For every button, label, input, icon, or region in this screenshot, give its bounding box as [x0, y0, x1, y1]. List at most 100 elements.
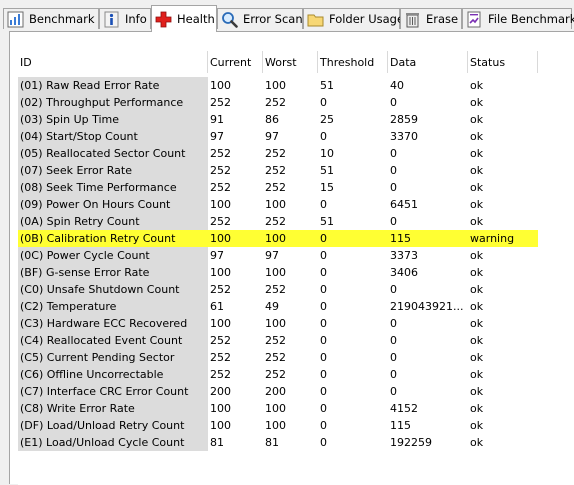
status-cell: ok: [470, 249, 484, 262]
tab-folder-usage[interactable]: Folder Usage: [303, 8, 404, 29]
status-cell: ok: [470, 96, 484, 109]
id-cell: (C7) Interface CRC Error Count: [18, 383, 208, 400]
id-cell: (02) Throughput Performance: [18, 94, 208, 111]
current-cell: 100: [210, 266, 231, 279]
threshold-cell: 0: [320, 351, 327, 364]
table-row[interactable]: (02) Throughput Performance 252 252 0 0 ok: [18, 94, 574, 111]
tab-health[interactable]: Health: [151, 5, 217, 32]
table-row[interactable]: (03) Spin Up Time 91 86 25 2859 ok: [18, 111, 574, 128]
threshold-cell: 0: [318, 230, 388, 247]
table-row[interactable]: (0C) Power Cycle Count 97 97 0 3373 ok: [18, 247, 574, 264]
threshold-cell: 0: [320, 385, 327, 398]
worst-cell: 100: [265, 79, 286, 92]
data-cell: 115: [390, 419, 411, 432]
column-header-worst[interactable]: Worst: [263, 51, 318, 73]
worst-cell: 252: [265, 147, 286, 160]
info-icon: [103, 11, 120, 28]
table-row[interactable]: (C2) Temperature 61 49 0 219043921... ok: [18, 298, 574, 315]
benchmark-icon: [7, 11, 24, 28]
tab-erase-label: Erase: [426, 12, 459, 26]
table-row[interactable]: (0A) Spin Retry Count 252 252 51 0 ok: [18, 213, 574, 230]
tab-error-scan[interactable]: Error Scan: [217, 8, 303, 29]
table-row[interactable]: (0B) Calibration Retry Count 100 100 0 115 wa…: [18, 230, 574, 247]
table-row[interactable]: (E1) Load/Unload Cycle Count 81 81 0 192259 o…: [18, 434, 574, 451]
id-cell: (BF) G-sense Error Rate: [18, 264, 208, 281]
table-row[interactable]: (C5) Current Pending Sector 252 252 0 0 ok: [18, 349, 574, 366]
smart-attributes-table[interactable]: ID Current Worst Threshold Data Status (…: [18, 51, 574, 485]
column-header-threshold[interactable]: Threshold: [318, 51, 388, 73]
status-cell: ok: [470, 266, 484, 279]
table-row[interactable]: (DF) Load/Unload Retry Count 100 100 0 115 ok: [18, 417, 574, 434]
worst-cell: 252: [265, 334, 286, 347]
current-cell: 200: [210, 385, 231, 398]
table-row[interactable]: (07) Seek Error Rate 252 252 51 0 ok: [18, 162, 574, 179]
current-cell: 252: [210, 368, 231, 381]
magnifier-icon: [221, 11, 238, 28]
threshold-cell: 51: [320, 215, 334, 228]
id-cell: (C6) Offline Uncorrectable: [18, 366, 208, 383]
table-row[interactable]: (04) Start/Stop Count 97 97 0 3370 ok: [18, 128, 574, 145]
data-cell: 0: [390, 283, 397, 296]
table-row[interactable]: (05) Reallocated Sector Count 252 252 10 0 ok: [18, 145, 574, 162]
health-cross-icon: [155, 11, 172, 28]
current-cell: 100: [210, 419, 231, 432]
status-cell: ok: [470, 181, 484, 194]
tab-file-benchmark[interactable]: File Benchmark: [462, 8, 574, 29]
table-row[interactable]: (C4) Reallocated Event Count 252 252 0 0 ok: [18, 332, 574, 349]
current-cell: 100: [208, 230, 263, 247]
table-row[interactable]: (08) Seek Time Performance 252 252 15 0 ok: [18, 179, 574, 196]
id-cell: (C3) Hardware ECC Recovered: [18, 315, 208, 332]
data-cell: 40: [390, 79, 404, 92]
column-header-id[interactable]: ID: [18, 51, 208, 73]
worst-cell: 252: [265, 283, 286, 296]
tab-erase[interactable]: Erase: [400, 8, 462, 29]
data-cell: 3370: [390, 130, 418, 143]
data-cell: 0: [390, 147, 397, 160]
current-cell: 97: [210, 130, 224, 143]
status-cell: warning: [468, 230, 538, 247]
data-cell: 115: [388, 230, 468, 247]
id-cell: (C4) Reallocated Event Count: [18, 332, 208, 349]
status-cell: ok: [470, 402, 484, 415]
column-header-current[interactable]: Current: [208, 51, 263, 73]
threshold-cell: 0: [320, 198, 327, 211]
column-header-status[interactable]: Status: [468, 51, 538, 73]
table-row[interactable]: (C6) Offline Uncorrectable 252 252 0 0 ok: [18, 366, 574, 383]
folder-icon: [307, 11, 324, 28]
table-row[interactable]: (01) Raw Read Error Rate 100 100 51 40 ok: [18, 77, 574, 94]
worst-cell: 100: [265, 402, 286, 415]
current-cell: 252: [210, 283, 231, 296]
data-cell: 0: [390, 164, 397, 177]
table-row[interactable]: (C3) Hardware ECC Recovered 100 100 0 0 ok: [18, 315, 574, 332]
worst-cell: 100: [263, 230, 318, 247]
tab-info-label: Info: [125, 12, 147, 26]
worst-cell: 100: [265, 317, 286, 330]
table-row[interactable]: (C0) Unsafe Shutdown Count 252 252 0 0 ok: [18, 281, 574, 298]
worst-cell: 252: [265, 215, 286, 228]
worst-cell: 97: [265, 249, 279, 262]
worst-cell: 252: [265, 181, 286, 194]
threshold-cell: 0: [320, 419, 327, 432]
table-row[interactable]: (C8) Write Error Rate 100 100 0 4152 ok: [18, 400, 574, 417]
data-cell: 6451: [390, 198, 418, 211]
tab-bar: Benchmark Info Health Error Scan Folder …: [0, 0, 574, 32]
table-row[interactable]: (BF) G-sense Error Rate 100 100 0 3406 ok: [18, 264, 574, 281]
current-cell: 91: [210, 113, 224, 126]
threshold-cell: 0: [320, 130, 327, 143]
table-row[interactable]: (C7) Interface CRC Error Count 200 200 0 0 ok: [18, 383, 574, 400]
status-cell: ok: [470, 215, 484, 228]
id-cell: (C5) Current Pending Sector: [18, 349, 208, 366]
id-cell: (C2) Temperature: [18, 298, 208, 315]
table-row[interactable]: (09) Power On Hours Count 100 100 0 6451 ok: [18, 196, 574, 213]
threshold-cell: 10: [320, 147, 334, 160]
id-cell: (03) Spin Up Time: [18, 111, 208, 128]
column-header-data[interactable]: Data: [388, 51, 468, 73]
tab-benchmark[interactable]: Benchmark: [3, 8, 99, 29]
current-cell: 100: [210, 317, 231, 330]
status-cell: ok: [470, 113, 484, 126]
data-cell: 192259: [390, 436, 432, 449]
tab-info[interactable]: Info: [99, 8, 151, 29]
current-cell: 100: [210, 402, 231, 415]
threshold-cell: 0: [320, 300, 327, 313]
tab-benchmark-label: Benchmark: [29, 12, 95, 26]
